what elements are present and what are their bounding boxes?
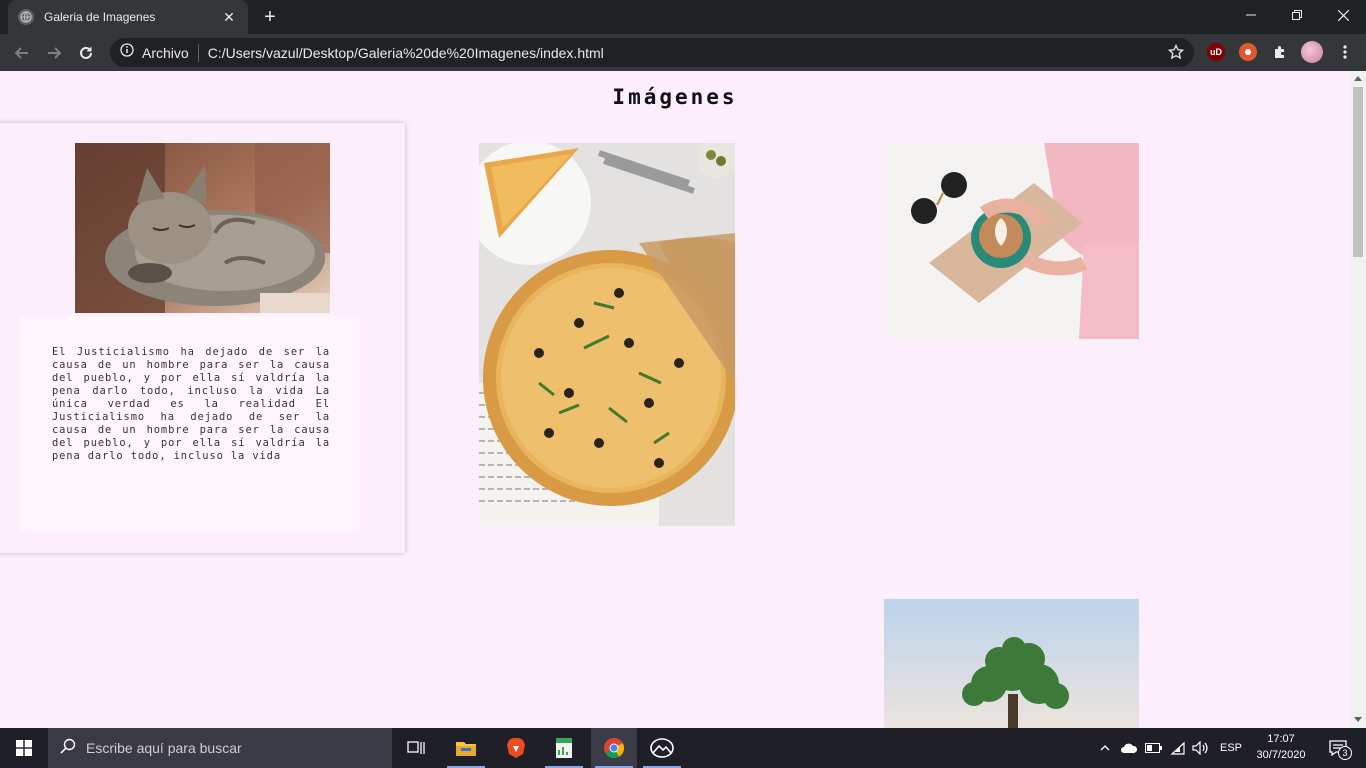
clock-time: 17:07 xyxy=(1267,733,1295,745)
ublock-icon[interactable]: uD xyxy=(1207,43,1225,61)
back-button[interactable] xyxy=(9,40,35,66)
menu-kebab-icon[interactable] xyxy=(1336,43,1354,61)
browser-toolbar: Archivo C:/Users/vazul/Desktop/Galeria%2… xyxy=(0,34,1366,71)
file-scheme-label: Archivo xyxy=(142,44,189,61)
photos-app-icon[interactable] xyxy=(639,728,685,768)
search-placeholder: Escribe aquí para buscar xyxy=(86,740,242,756)
windows-start-button[interactable] xyxy=(0,728,48,768)
input-language-indicator[interactable]: ESP xyxy=(1216,728,1246,768)
wifi-icon[interactable] xyxy=(1167,728,1189,768)
pizza-photo[interactable] xyxy=(479,143,735,526)
chrome-browser-icon[interactable] xyxy=(591,728,637,768)
brave-browser-icon[interactable] xyxy=(493,728,539,768)
onedrive-cloud-icon[interactable] xyxy=(1118,728,1140,768)
clock-date: 30/7/2020 xyxy=(1256,749,1306,761)
taskbar-search-box[interactable]: Escribe aquí para buscar xyxy=(48,728,392,768)
tab-close-icon[interactable]: ✕ xyxy=(220,9,238,26)
show-hidden-icons-chevron-icon[interactable] xyxy=(1096,728,1114,768)
active-tab[interactable]: Galeria de Imagenes ✕ xyxy=(8,0,248,34)
card-text-box: El Justicialismo ha dejado de ser la cau… xyxy=(20,316,360,532)
page-scrollbar[interactable] xyxy=(1350,71,1366,728)
spreadsheet-app-icon[interactable] xyxy=(541,728,587,768)
file-explorer-icon[interactable] xyxy=(443,728,489,768)
card-description: El Justicialismo ha dejado de ser la cau… xyxy=(52,346,330,462)
page-title: Imágenes xyxy=(612,85,738,109)
page-viewport: Imágenes El Justicialismo ha dejado de s… xyxy=(0,71,1350,728)
address-divider xyxy=(197,43,199,62)
action-center-notifications-icon[interactable]: 3 xyxy=(1318,728,1358,768)
new-tab-button[interactable]: + xyxy=(258,6,282,28)
bookmark-star-icon[interactable] xyxy=(1167,43,1185,65)
coffee-latte-photo[interactable] xyxy=(884,143,1139,339)
windows-taskbar: Escribe aquí para buscar ESP 17:07 30/7/… xyxy=(0,728,1366,768)
profile-avatar[interactable] xyxy=(1301,41,1323,63)
tab-title: Galeria de Imagenes xyxy=(44,10,156,24)
featured-card: El Justicialismo ha dejado de ser la cau… xyxy=(0,123,405,553)
system-clock[interactable]: 17:07 30/7/2020 xyxy=(1250,731,1312,763)
close-window-button[interactable] xyxy=(1320,0,1366,30)
globe-icon xyxy=(18,9,34,25)
tree-photo[interactable] xyxy=(884,599,1139,728)
tab-strip: Galeria de Imagenes ✕ + xyxy=(0,0,1366,34)
search-icon xyxy=(60,738,76,759)
forward-button[interactable] xyxy=(41,40,67,66)
info-icon[interactable] xyxy=(120,43,134,62)
volume-icon[interactable] xyxy=(1190,728,1212,768)
url-text[interactable]: C:/Users/vazul/Desktop/Galeria%20de%20Im… xyxy=(208,45,604,61)
task-view-icon[interactable] xyxy=(393,728,439,768)
sleeping-kitten-photo[interactable] xyxy=(75,143,330,313)
notification-count-badge: 3 xyxy=(1338,746,1352,760)
reload-button[interactable] xyxy=(73,40,99,66)
duckduckgo-icon[interactable] xyxy=(1239,43,1257,61)
scrollbar-thumb[interactable] xyxy=(1353,87,1363,257)
address-bar[interactable]: Archivo C:/Users/vazul/Desktop/Galeria%2… xyxy=(110,38,1194,67)
battery-icon[interactable] xyxy=(1143,728,1165,768)
minimize-button[interactable] xyxy=(1228,0,1274,30)
restore-button[interactable] xyxy=(1274,0,1320,30)
extensions-puzzle-icon[interactable] xyxy=(1271,43,1289,61)
scroll-down-arrow-icon[interactable] xyxy=(1354,717,1362,722)
scroll-up-arrow-icon[interactable] xyxy=(1354,76,1362,81)
